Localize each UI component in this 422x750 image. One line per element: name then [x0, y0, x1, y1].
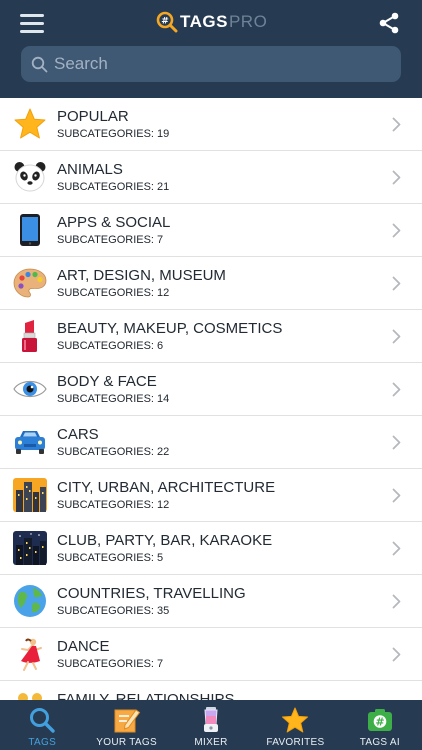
category-subcategory-count: SUBCATEGORIES: 6 [57, 340, 164, 352]
category-row[interactable]: ANIMALS SUBCATEGORIES: 21 [0, 151, 422, 204]
category-title: DANCE [57, 638, 110, 655]
hamburger-menu-icon[interactable] [20, 12, 44, 34]
eye-icon [13, 372, 47, 406]
category-subcategory-count: SUBCATEGORIES: 5 [57, 552, 164, 564]
category-subcategory-count: SUBCATEGORIES: 21 [57, 181, 170, 193]
category-title: CITY, URBAN, ARCHITECTURE [57, 479, 276, 496]
chevron-right-icon [392, 329, 401, 344]
panda-icon [13, 160, 47, 194]
search-bar[interactable] [21, 46, 401, 82]
tab-label: TAGS AI [359, 737, 400, 748]
category-title: POPULAR [57, 108, 129, 125]
chevron-right-icon [392, 382, 401, 397]
edit-icon [113, 706, 141, 734]
chevron-right-icon [392, 170, 401, 185]
category-subcategory-count: SUBCATEGORIES: 7 [57, 658, 164, 670]
tab-label: FAVORITES [266, 737, 325, 748]
city-icon [13, 478, 47, 512]
category-subcategory-count: SUBCATEGORIES: 12 [57, 499, 170, 511]
share-icon[interactable] [377, 11, 401, 35]
category-row[interactable]: ART, DESIGN, MUSEUM SUBCATEGORIES: 12 [0, 257, 422, 310]
svg-text:#: # [375, 716, 384, 729]
category-list: POPULAR SUBCATEGORIES: 19 ANIMALS SUBCATEGO… [0, 98, 422, 700]
category-subcategory-count: SUBCATEGORIES: 12 [57, 287, 170, 299]
category-row[interactable]: BEAUTY, MAKEUP, COSMETICS SUBCATEGORIES: … [0, 310, 422, 363]
tab-mixer[interactable]: MIXER [169, 700, 253, 750]
logo-text-sub: PRO [228, 12, 268, 31]
category-subcategory-count: SUBCATEGORIES: 35 [57, 605, 170, 617]
camera-icon: # [366, 706, 394, 734]
category-subcategory-count: SUBCATEGORIES: 7 [57, 234, 164, 246]
category-title: BEAUTY, MAKEUP, COSMETICS [57, 320, 283, 337]
family-icon [13, 690, 47, 700]
chevron-right-icon [392, 223, 401, 238]
search-icon [28, 706, 56, 734]
chevron-right-icon [392, 276, 401, 291]
category-title: FAMILY, RELATIONSHIPS [57, 691, 235, 700]
car-icon [13, 425, 47, 459]
chevron-right-icon [392, 594, 401, 609]
tab-label: MIXER [194, 737, 228, 748]
palette-icon [13, 266, 47, 300]
category-row[interactable]: FAMILY, RELATIONSHIPS [0, 681, 422, 700]
app-header: # TAGS PRO [0, 0, 422, 98]
search-icon [31, 56, 48, 72]
hashtag-magnifier-icon: # [156, 11, 178, 33]
dancer-icon [13, 637, 47, 671]
category-title: ART, DESIGN, MUSEUM [57, 267, 226, 284]
star-icon [281, 706, 309, 734]
tab-bar: TAGS YOUR TAGS MIXER FAVORITES # TAGS AI [0, 700, 422, 750]
category-row[interactable]: CLUB, PARTY, BAR, KARAOKE SUBCATEGORIES: … [0, 522, 422, 575]
chevron-right-icon [392, 647, 401, 662]
tab-your-tags[interactable]: YOUR TAGS [84, 700, 168, 750]
blender-icon [197, 706, 225, 734]
category-subcategory-count: SUBCATEGORIES: 19 [57, 128, 170, 140]
category-row[interactable]: CARS SUBCATEGORIES: 22 [0, 416, 422, 469]
category-row[interactable]: CITY, URBAN, ARCHITECTURE SUBCATEGORIES: … [0, 469, 422, 522]
app-logo: # TAGS PRO [156, 11, 267, 33]
tab-label: YOUR TAGS [96, 737, 157, 748]
tab-tags[interactable]: TAGS [0, 700, 84, 750]
chevron-right-icon [392, 435, 401, 450]
category-subcategory-count: SUBCATEGORIES: 14 [57, 393, 170, 405]
category-title: COUNTRIES, TRAVELLING [57, 585, 246, 602]
category-title: APPS & SOCIAL [57, 214, 171, 231]
category-row[interactable]: POPULAR SUBCATEGORIES: 19 [0, 98, 422, 151]
category-row[interactable]: DANCE SUBCATEGORIES: 7 [0, 628, 422, 681]
chevron-right-icon [392, 541, 401, 556]
category-row[interactable]: COUNTRIES, TRAVELLING SUBCATEGORIES: 35 [0, 575, 422, 628]
category-title: CARS [57, 426, 99, 443]
chevron-right-icon [392, 117, 401, 132]
smartphone-icon [13, 213, 47, 247]
category-title: ANIMALS [57, 161, 123, 178]
category-subcategory-count: SUBCATEGORIES: 22 [57, 446, 170, 458]
category-row[interactable]: APPS & SOCIAL SUBCATEGORIES: 7 [0, 204, 422, 257]
globe-icon [13, 584, 47, 618]
tab-label: TAGS [28, 737, 57, 748]
chevron-right-icon [392, 488, 401, 503]
night-city-icon [13, 531, 47, 565]
tab-tags-ai[interactable]: # TAGS AI [338, 700, 422, 750]
lipstick-icon [13, 319, 47, 353]
category-row[interactable]: BODY & FACE SUBCATEGORIES: 14 [0, 363, 422, 416]
svg-text:#: # [161, 17, 169, 27]
star-icon [13, 107, 47, 141]
search-input[interactable] [54, 54, 384, 74]
logo-text-main: TAGS [180, 12, 228, 31]
category-title: CLUB, PARTY, BAR, KARAOKE [57, 532, 273, 549]
category-title: BODY & FACE [57, 373, 157, 390]
tab-favorites[interactable]: FAVORITES [253, 700, 337, 750]
